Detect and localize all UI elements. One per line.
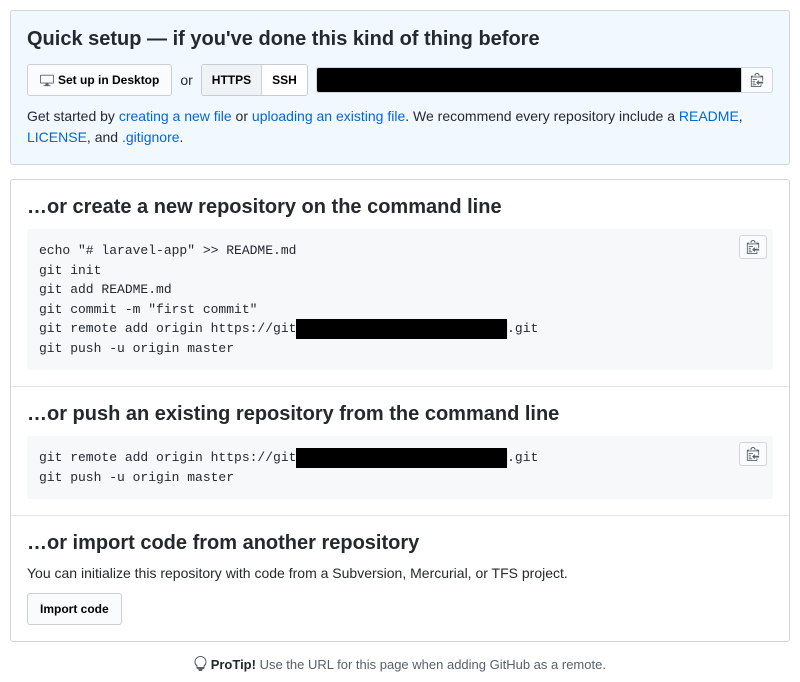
create-repo-code: echo "# laravel-app" >> README.md git in…: [27, 229, 773, 370]
push-repo-section: …or push an existing repository from the…: [11, 386, 789, 515]
push-repo-title: …or push an existing repository from the…: [27, 403, 773, 426]
redacted-text: ███████████████████████████: [296, 319, 507, 339]
copy-url-button[interactable]: [742, 67, 773, 93]
copy-push-code-button[interactable]: [739, 442, 767, 466]
desktop-icon: [40, 73, 54, 87]
clipboard-icon: [746, 240, 760, 254]
gitignore-link[interactable]: .gitignore: [122, 129, 180, 145]
instructions-panel: …or create a new repository on the comma…: [10, 179, 790, 642]
setup-desktop-label: Set up in Desktop: [58, 70, 159, 90]
https-button[interactable]: HTTPS: [202, 65, 261, 95]
create-repo-section: …or create a new repository on the comma…: [11, 180, 789, 386]
import-section: …or import code from another repository …: [11, 515, 789, 641]
clipboard-icon: [746, 447, 760, 461]
redacted-text: ███████████████████████████: [296, 448, 507, 468]
or-text: or: [180, 72, 192, 88]
import-description: You can initialize this repository with …: [27, 565, 773, 581]
help-text: Get started by creating a new file or up…: [27, 106, 773, 148]
protocol-toggle: HTTPS SSH: [201, 64, 308, 96]
protip-text: Use the URL for this page when adding Gi…: [256, 657, 606, 672]
protip: ProTip! Use the URL for this page when a…: [10, 656, 790, 672]
ssh-button[interactable]: SSH: [261, 65, 307, 95]
clipboard-icon: [750, 73, 764, 87]
quick-setup-toolbar: Set up in Desktop or HTTPS SSH: [27, 64, 773, 96]
upload-file-link[interactable]: uploading an existing file: [252, 108, 405, 124]
quick-setup-title: Quick setup — if you've done this kind o…: [27, 27, 773, 52]
clone-url-input[interactable]: [316, 67, 742, 93]
readme-link[interactable]: README: [679, 108, 739, 124]
create-repo-title: …or create a new repository on the comma…: [27, 196, 773, 219]
clone-url-group: [316, 67, 773, 93]
protip-label: ProTip!: [211, 657, 256, 672]
license-link[interactable]: LICENSE: [27, 129, 87, 145]
lightbulb-icon: [194, 656, 207, 672]
setup-desktop-button[interactable]: Set up in Desktop: [27, 64, 172, 96]
quick-setup-panel: Quick setup — if you've done this kind o…: [10, 10, 790, 165]
import-title: …or import code from another repository: [27, 532, 773, 555]
import-code-button[interactable]: Import code: [27, 593, 122, 625]
copy-create-code-button[interactable]: [739, 235, 767, 259]
push-repo-code: git remote add origin https://git███████…: [27, 436, 773, 499]
create-file-link[interactable]: creating a new file: [119, 108, 232, 124]
